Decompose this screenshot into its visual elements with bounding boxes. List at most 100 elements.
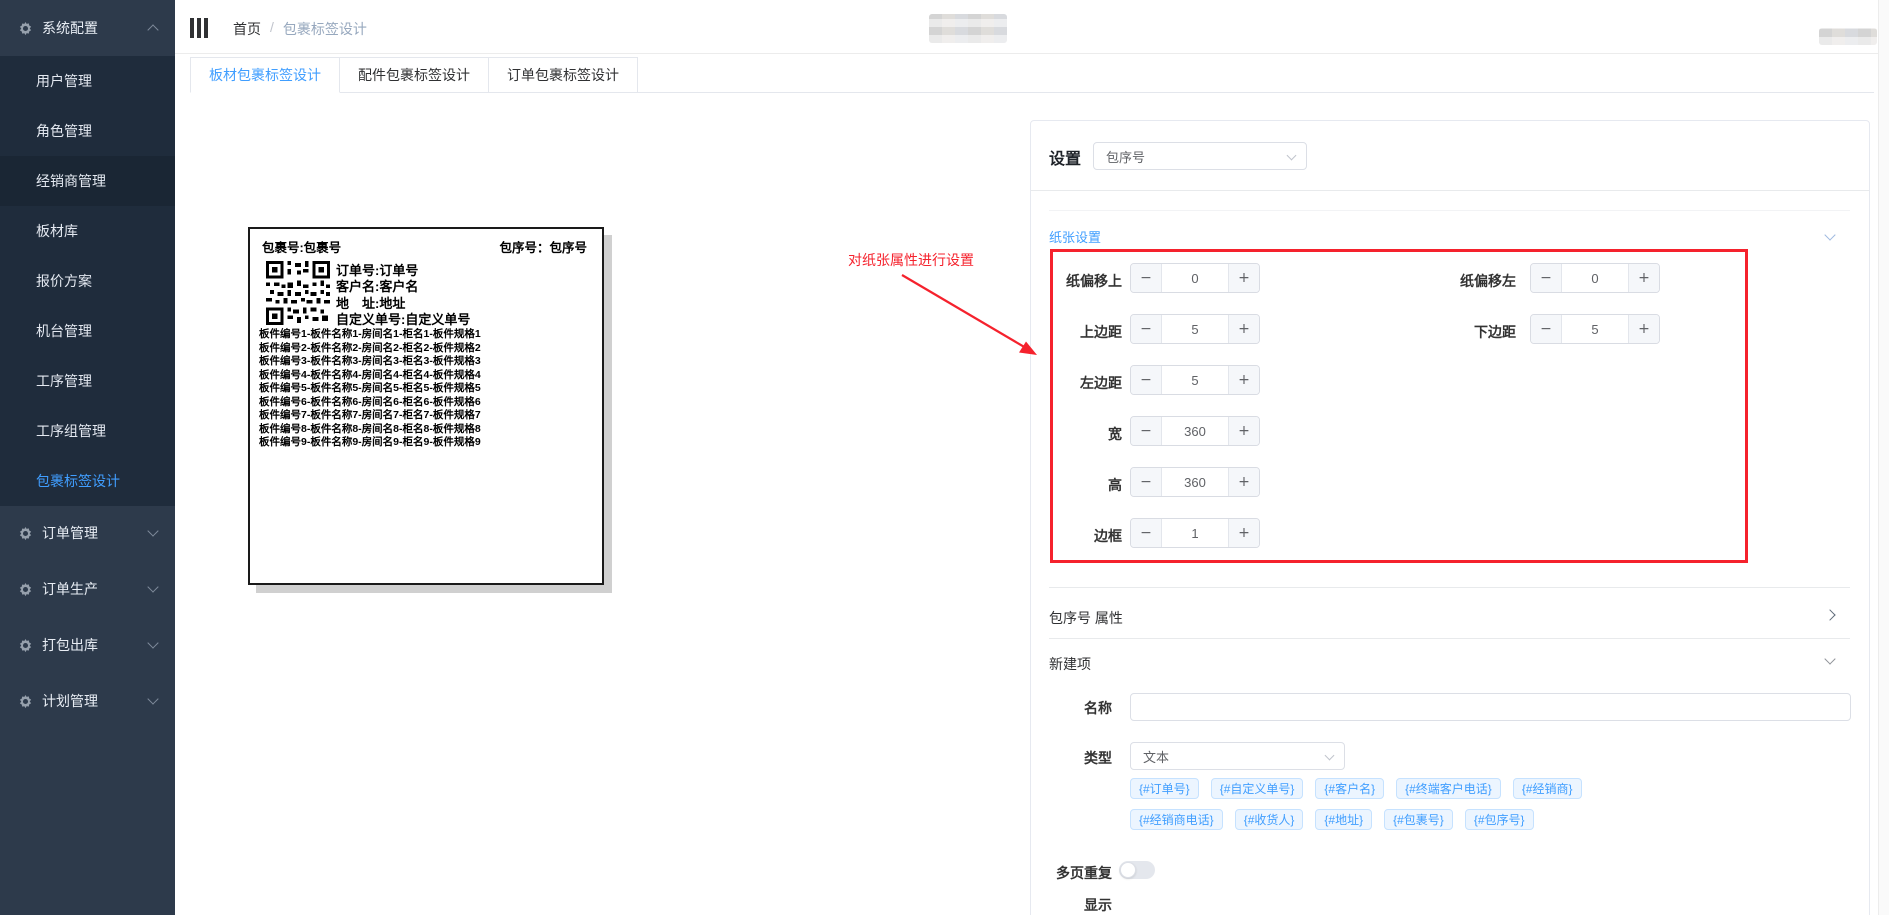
- sidebar-item-process-management[interactable]: 工序管理: [0, 356, 175, 406]
- stepper-value[interactable]: 360: [1162, 417, 1228, 445]
- decrement-button[interactable]: −: [1131, 366, 1162, 394]
- label-preview-canvas[interactable]: 包裹号:包裹号 包序号：包序号 订单号:订单号 客户名:客户名 地 址:地址 自…: [248, 227, 604, 585]
- tag-order-number[interactable]: {#订单号}: [1130, 778, 1199, 799]
- part-line: 板件编号6-板件名称6-房间名6-柜名6-板件规格6: [259, 396, 481, 410]
- settings-target-select[interactable]: 包序号: [1093, 142, 1307, 170]
- preview-package-number[interactable]: 包裹号:包裹号: [262, 237, 341, 256]
- sidebar-group-order-management[interactable]: 订单管理: [0, 505, 175, 561]
- sidebar-group-order-production[interactable]: 订单生产: [0, 561, 175, 617]
- field-label-multipage-repeat: 多页重复: [1046, 863, 1112, 883]
- stepper-value[interactable]: 0: [1562, 264, 1628, 292]
- type-select[interactable]: 文本: [1130, 742, 1345, 770]
- tag-package-number[interactable]: {#包裹号}: [1384, 809, 1453, 830]
- divider: [1049, 638, 1850, 639]
- increment-button[interactable]: +: [1228, 519, 1259, 547]
- section-sequence-attributes[interactable]: 包序号 属性: [1049, 608, 1123, 628]
- sidebar-group-packing-outbound[interactable]: 打包出库: [0, 617, 175, 673]
- preview-custom-order-number[interactable]: 自定义单号:自定义单号: [336, 312, 470, 328]
- tag-terminal-customer-phone[interactable]: {#终端客户电话}: [1396, 778, 1501, 799]
- preview-address[interactable]: 地 址:地址: [336, 296, 470, 312]
- sidebar-group-label: 计划管理: [42, 691, 98, 711]
- sidebar-item-board-library[interactable]: 板材库: [0, 206, 175, 256]
- increment-button[interactable]: +: [1228, 264, 1259, 292]
- divider: [1049, 587, 1850, 588]
- type-select-value: 文本: [1143, 747, 1169, 766]
- increment-button[interactable]: +: [1628, 264, 1659, 292]
- sidebar-item-dealer-management[interactable]: 经销商管理: [0, 156, 175, 206]
- decrement-button[interactable]: −: [1131, 417, 1162, 445]
- part-line: 板件编号2-板件名称2-房间名2-柜名2-板件规格2: [259, 342, 481, 356]
- sidebar-item-role-management[interactable]: 角色管理: [0, 106, 175, 156]
- margin-top-stepper: − 5 +: [1130, 314, 1260, 344]
- breadcrumb-home[interactable]: 首页: [233, 19, 261, 39]
- field-label-height: 高: [1056, 475, 1122, 495]
- field-label-display: 显示: [1046, 895, 1112, 915]
- preview-order-number[interactable]: 订单号:订单号: [336, 263, 470, 279]
- preview-parts-list[interactable]: 板件编号1-板件名称1-房间名1-柜名1-板件规格1 板件编号2-板件名称2-房…: [259, 328, 481, 450]
- section-paper-settings[interactable]: 纸张设置: [1049, 227, 1101, 246]
- increment-button[interactable]: +: [1228, 366, 1259, 394]
- annotation-highlight-box: [1050, 249, 1748, 563]
- decrement-button[interactable]: −: [1131, 315, 1162, 343]
- sidebar-item-package-label-design[interactable]: 包裹标签设计: [0, 456, 175, 506]
- divider: [1031, 190, 1869, 191]
- increment-button[interactable]: +: [1228, 417, 1259, 445]
- sidebar-group-label: 订单管理: [42, 523, 98, 543]
- field-label-margin-bottom: 下边距: [1450, 322, 1516, 342]
- stepper-value[interactable]: 5: [1562, 315, 1628, 343]
- increment-button[interactable]: +: [1628, 315, 1659, 343]
- tag-custom-order-number[interactable]: {#自定义单号}: [1211, 778, 1304, 799]
- field-label-paper-offset-top: 纸偏移上: [1056, 271, 1122, 291]
- preview-customer-name[interactable]: 客户名:客户名: [336, 279, 470, 295]
- section-new-item[interactable]: 新建项: [1049, 654, 1091, 674]
- stepper-value[interactable]: 5: [1162, 366, 1228, 394]
- part-line: 板件编号3-板件名称3-房间名3-柜名3-板件规格3: [259, 355, 481, 369]
- paper-offset-left-stepper: − 0 +: [1530, 263, 1660, 293]
- decrement-button[interactable]: −: [1131, 519, 1162, 547]
- multipage-repeat-toggle[interactable]: [1119, 861, 1155, 879]
- sidebar-item-user-management[interactable]: 用户管理: [0, 56, 175, 106]
- placeholder-tags: {#订单号} {#自定义单号} {#客户名} {#终端客户电话} {#经销商} …: [1130, 778, 1630, 830]
- tag-sequence-number[interactable]: {#包序号}: [1465, 809, 1534, 830]
- increment-button[interactable]: +: [1228, 315, 1259, 343]
- chevron-down-icon: [1325, 751, 1335, 761]
- stepper-value[interactable]: 1: [1162, 519, 1228, 547]
- tag-dealer[interactable]: {#经销商}: [1513, 778, 1582, 799]
- stepper-value[interactable]: 360: [1162, 468, 1228, 496]
- stepper-value[interactable]: 0: [1162, 264, 1228, 292]
- tag-customer-name[interactable]: {#客户名}: [1315, 778, 1384, 799]
- tag-consignee[interactable]: {#收货人}: [1235, 809, 1304, 830]
- sidebar-group-system-config[interactable]: 系统配置: [0, 0, 175, 56]
- margin-left-stepper: − 5 +: [1130, 365, 1260, 395]
- sidebar-item-machine-management[interactable]: 机台管理: [0, 306, 175, 356]
- sidebar-group-label: 订单生产: [42, 579, 98, 599]
- preview-info-block[interactable]: 订单号:订单号 客户名:客户名 地 址:地址 自定义单号:自定义单号: [336, 263, 470, 329]
- redacted-user-menu[interactable]: [1819, 28, 1877, 45]
- name-input[interactable]: [1130, 693, 1851, 721]
- settings-label: 设置: [1049, 145, 1081, 169]
- tag-address[interactable]: {#地址}: [1315, 809, 1372, 830]
- preview-sequence-number[interactable]: 包序号：包序号: [499, 237, 587, 256]
- tab-order-package-label-design[interactable]: 订单包裹标签设计: [489, 57, 638, 93]
- tag-dealer-phone[interactable]: {#经销商电话}: [1130, 809, 1223, 830]
- height-stepper: − 360 +: [1130, 467, 1260, 497]
- scrollbar[interactable]: [1878, 0, 1889, 915]
- decrement-button[interactable]: −: [1131, 264, 1162, 292]
- sidebar-toggle-icon[interactable]: [190, 18, 212, 38]
- increment-button[interactable]: +: [1228, 468, 1259, 496]
- tab-board-package-label-design[interactable]: 板材包裹标签设计: [190, 57, 340, 93]
- gear-icon: [18, 582, 33, 597]
- stepper-value[interactable]: 5: [1162, 315, 1228, 343]
- sidebar-item-quote-plan[interactable]: 报价方案: [0, 256, 175, 306]
- decrement-button[interactable]: −: [1131, 468, 1162, 496]
- sidebar-item-process-group-management[interactable]: 工序组管理: [0, 406, 175, 456]
- sidebar-group-plan-management[interactable]: 计划管理: [0, 673, 175, 729]
- tab-accessory-package-label-design[interactable]: 配件包裹标签设计: [340, 57, 489, 93]
- decrement-button[interactable]: −: [1531, 264, 1562, 292]
- decrement-button[interactable]: −: [1531, 315, 1562, 343]
- redacted-user-info: [929, 14, 1007, 43]
- breadcrumb-separator: /: [270, 19, 274, 39]
- sidebar-submenu-system-config: 用户管理 角色管理 经销商管理 板材库 报价方案 机台管理 工序管理 工序组管理…: [0, 56, 175, 506]
- toggle-knob: [1120, 862, 1136, 878]
- qr-code[interactable]: [266, 261, 330, 325]
